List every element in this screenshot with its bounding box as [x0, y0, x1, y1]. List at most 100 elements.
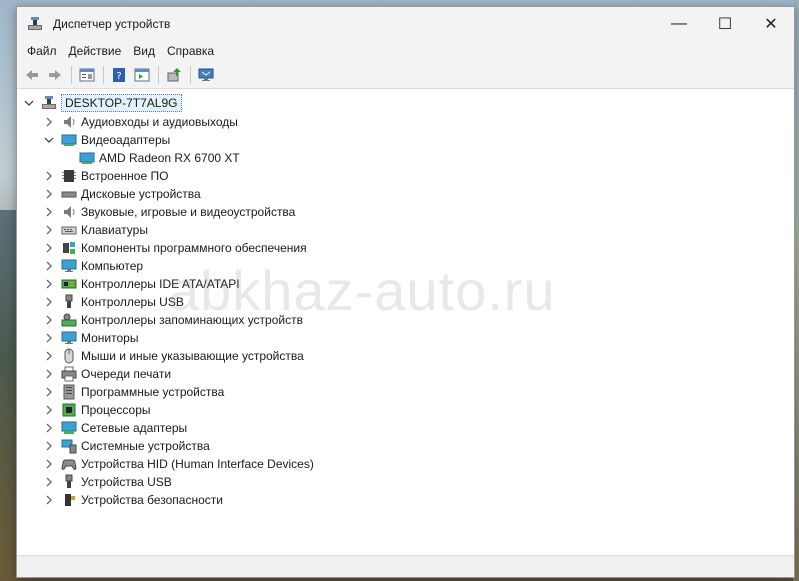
usb-icon [61, 294, 77, 310]
menu-view[interactable]: Вид [127, 41, 161, 61]
monitor-icon [61, 330, 77, 346]
category-label: Мониторы [81, 331, 139, 345]
close-button[interactable]: ✕ [748, 7, 794, 41]
tree-category[interactable]: Аудиовходы и аудиовыходы [17, 113, 794, 131]
system-devices-icon [61, 438, 77, 454]
chevron-right-icon[interactable] [43, 494, 55, 506]
ide-controller-icon [61, 276, 77, 292]
chevron-right-icon[interactable] [43, 188, 55, 200]
chevron-down-icon[interactable] [23, 97, 35, 109]
sound-icon [61, 204, 77, 220]
chevron-right-icon[interactable] [43, 458, 55, 470]
chevron-right-icon[interactable] [43, 440, 55, 452]
chevron-right-icon[interactable] [43, 314, 55, 326]
tree-category[interactable]: Контроллеры USB [17, 293, 794, 311]
device-manager-window: Диспетчер устройств — ☐ ✕ Файл Действие … [16, 6, 795, 578]
chevron-right-icon[interactable] [43, 242, 55, 254]
menu-file[interactable]: Файл [21, 41, 63, 61]
chevron-right-icon[interactable] [43, 170, 55, 182]
chevron-right-icon[interactable] [43, 422, 55, 434]
tree-category[interactable]: Устройства USB [17, 473, 794, 491]
chevron-right-icon[interactable] [43, 278, 55, 290]
back-button[interactable] [21, 64, 43, 86]
security-device-icon [61, 492, 77, 508]
minimize-button[interactable]: — [656, 7, 702, 41]
update-driver-icon [167, 67, 181, 81]
view-icon [134, 68, 150, 81]
tree-category[interactable]: Звуковые, игровые и видеоустройства [17, 203, 794, 221]
view-button[interactable] [131, 64, 153, 86]
monitor-scan-icon [198, 68, 214, 81]
chevron-right-icon[interactable] [43, 476, 55, 488]
properties-button[interactable] [76, 64, 98, 86]
tree-category[interactable]: Очереди печати [17, 365, 794, 383]
forward-button[interactable] [44, 64, 66, 86]
category-label: Очереди печати [81, 367, 172, 381]
tree-category[interactable]: Мыши и иные указывающие устройства [17, 347, 794, 365]
device-manager-icon [27, 16, 43, 32]
printer-icon [61, 366, 77, 382]
toolbar-separator [158, 65, 159, 84]
category-label: Компоненты программного обеспечения [81, 241, 307, 255]
firmware-icon [61, 168, 77, 184]
menu-action[interactable]: Действие [63, 41, 128, 61]
forward-icon [49, 69, 61, 80]
chevron-right-icon[interactable] [43, 296, 55, 308]
chevron-right-icon[interactable] [43, 368, 55, 380]
category-label: Компьютер [81, 259, 144, 273]
category-label: Дисковые устройства [81, 187, 201, 201]
toolbar: ? [17, 61, 794, 89]
toolbar-separator [190, 65, 191, 84]
tree-category[interactable]: Программные устройства [17, 383, 794, 401]
chevron-right-icon[interactable] [43, 332, 55, 344]
tree-category[interactable]: Устройства HID (Human Interface Devices) [17, 455, 794, 473]
category-label: Устройства HID (Human Interface Devices) [81, 457, 314, 471]
category-label: Контроллеры IDE ATA/ATAPI [81, 277, 240, 291]
hid-icon [61, 456, 77, 472]
tree-category[interactable]: Компьютер [17, 257, 794, 275]
disk-drive-icon [61, 186, 77, 202]
tree-category[interactable]: Контроллеры IDE ATA/ATAPI [17, 275, 794, 293]
tree-category[interactable]: Мониторы [17, 329, 794, 347]
tree-device[interactable]: AMD Radeon RX 6700 XT [17, 149, 794, 167]
properties-icon [79, 68, 95, 81]
computer-icon [61, 258, 77, 274]
mouse-icon [61, 348, 77, 364]
tree-category[interactable]: Устройства безопасности [17, 491, 794, 509]
category-label: Мыши и иные указывающие устройства [81, 349, 304, 363]
chevron-right-icon[interactable] [43, 206, 55, 218]
keyboard-icon [61, 222, 77, 238]
device-label: AMD Radeon RX 6700 XT [99, 151, 240, 165]
tree-category[interactable]: Встроенное ПО [17, 167, 794, 185]
chevron-right-icon[interactable] [43, 260, 55, 272]
tree-category[interactable]: Сетевые адаптеры [17, 419, 794, 437]
chevron-right-icon[interactable] [43, 116, 55, 128]
category-label: Системные устройства [81, 439, 210, 453]
help-button[interactable]: ? [108, 64, 130, 86]
maximize-button[interactable]: ☐ [702, 7, 748, 41]
tree-category[interactable]: Системные устройства [17, 437, 794, 455]
tree-category[interactable]: Компоненты программного обеспечения [17, 239, 794, 257]
chevron-right-icon[interactable] [43, 224, 55, 236]
tree-root[interactable]: DESKTOP-7T7AL9G [17, 93, 794, 113]
tree-category[interactable]: Процессоры [17, 401, 794, 419]
category-label: Контроллеры USB [81, 295, 184, 309]
tree-category[interactable]: Видеоадаптеры [17, 131, 794, 149]
scan-hardware-button[interactable] [195, 64, 217, 86]
display-adapter-icon [61, 132, 77, 148]
category-label: Аудиовходы и аудиовыходы [81, 115, 238, 129]
category-label: Программные устройства [81, 385, 225, 399]
chevron-down-icon[interactable] [43, 134, 55, 146]
chevron-right-icon[interactable] [43, 404, 55, 416]
category-label: Видеоадаптеры [81, 133, 171, 147]
update-driver-button[interactable] [163, 64, 185, 86]
menu-help[interactable]: Справка [161, 41, 220, 61]
tree-category[interactable]: Клавиатуры [17, 221, 794, 239]
tree-category[interactable]: Дисковые устройства [17, 185, 794, 203]
chevron-right-icon[interactable] [43, 386, 55, 398]
category-label: Встроенное ПО [81, 169, 169, 183]
title-bar[interactable]: Диспетчер устройств — ☐ ✕ [17, 7, 794, 41]
tree-category[interactable]: Контроллеры запоминающих устройств [17, 311, 794, 329]
chevron-right-icon[interactable] [43, 350, 55, 362]
speaker-icon [61, 114, 77, 130]
